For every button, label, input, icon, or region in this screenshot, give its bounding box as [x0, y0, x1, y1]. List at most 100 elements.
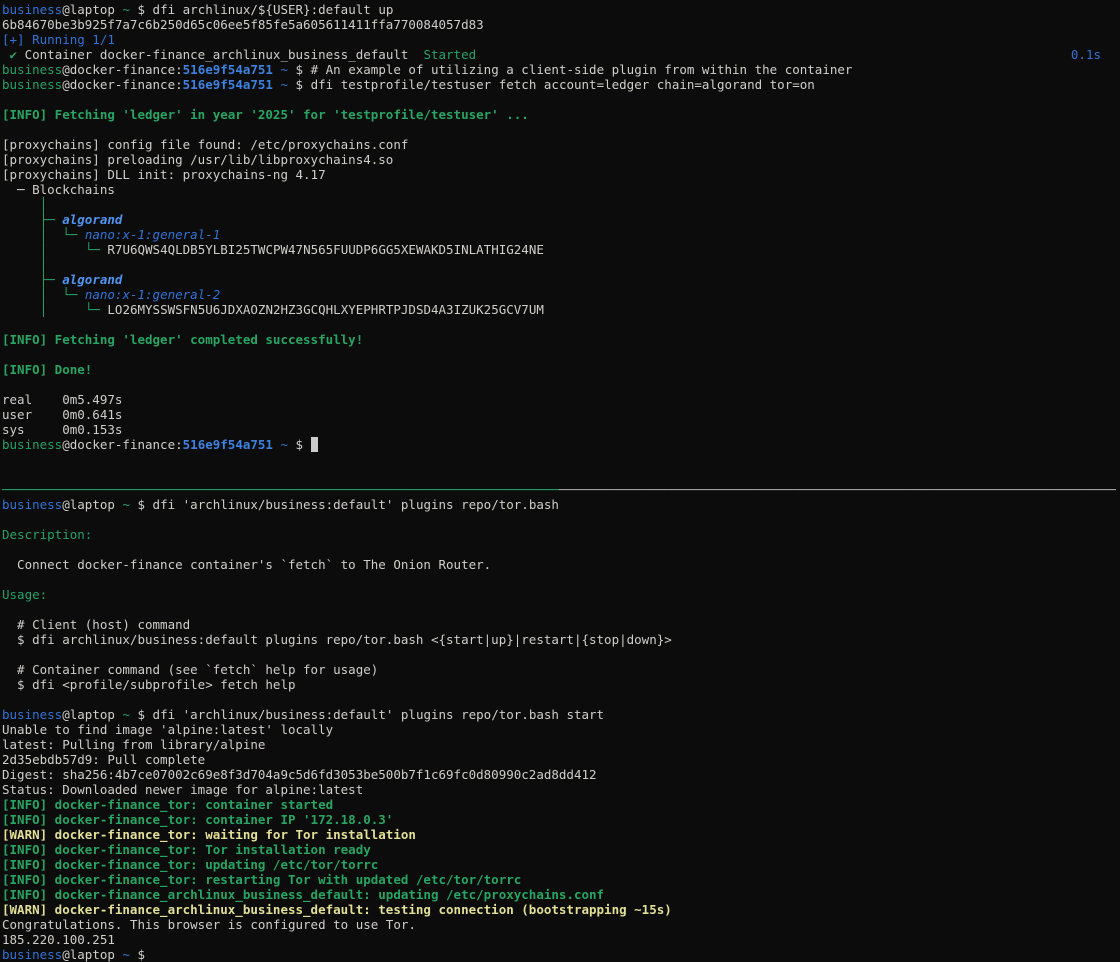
divider-line: ────────────────────────────────────────… [2, 482, 1120, 497]
text-segment: business [2, 707, 62, 722]
text-segment: latest: Pulling from library/alpine [2, 737, 265, 752]
text-segment: [INFO] Fetching 'ledger' completed succe… [2, 332, 363, 347]
info-line: [INFO] docker-finance_archlinux_business… [2, 887, 1120, 902]
text-segment: [INFO] docker-finance_archlinux_business… [2, 887, 604, 902]
text-segment: ✔ [2, 47, 17, 62]
text-segment: $ dfi archlinux/${USER}:default up [130, 2, 393, 17]
text-segment: sys 0m0.153s [2, 422, 122, 437]
prompt-container-line: business@docker-finance:516e9f54a751 ~ $ [2, 437, 1120, 452]
blank-line [2, 317, 1120, 332]
text-segment: │ [40, 197, 48, 212]
blank-line [2, 452, 1120, 467]
text-segment: ~ [122, 497, 130, 512]
output-line: [proxychains] DLL init: proxychains-ng 4… [2, 167, 1120, 182]
prompt-host-line: business@laptop ~ $ dfi 'archlinux/busin… [2, 707, 1120, 722]
text-segment: nano:x-1:general-1 [85, 227, 220, 242]
text-segment: Congratulations. This browser is configu… [2, 917, 416, 932]
text-segment: business [2, 947, 62, 962]
text-segment [2, 197, 40, 212]
output-line: 185.220.100.251 [2, 932, 1120, 947]
text-segment: ─ Blockchains [2, 182, 115, 197]
text-segment: └─ [85, 302, 100, 317]
blank-line [2, 647, 1120, 662]
text-segment: Status: Downloaded newer image for alpin… [2, 782, 363, 797]
text-segment [2, 287, 40, 302]
tree-line: ├─ algorand [2, 272, 1120, 287]
blank-line [2, 377, 1120, 392]
text-segment: Connect docker-finance container's `fetc… [2, 557, 491, 572]
text-segment: # Client (host) command [2, 617, 190, 632]
text-segment: nano:x-1:general-2 [85, 287, 220, 302]
text-segment: LO26MYSSWSFN5U6JDXAOZN2HZ3GCQHLXYEPHRTPJ… [100, 302, 544, 317]
info-line: [INFO] Fetching 'ledger' in year '2025' … [2, 107, 1120, 122]
text-segment: [INFO] docker-finance_tor: updating /etc… [2, 857, 378, 872]
info-line: [INFO] Fetching 'ledger' completed succe… [2, 332, 1120, 347]
text-segment: business [2, 62, 62, 77]
text-segment: [proxychains] DLL init: proxychains-ng 4… [2, 167, 326, 182]
text-segment: @laptop [62, 2, 122, 17]
text-segment [77, 227, 85, 242]
text-segment: $ dfi archlinux/business:default plugins… [2, 632, 672, 647]
text-segment [2, 272, 40, 287]
text-segment [2, 302, 40, 317]
tree-line: │ └─ R7U6QWS4QLDB5YLBI25TWCPW47N565FUUDP… [2, 242, 1120, 257]
heading-line: Usage: [2, 587, 1120, 602]
text-segment: Unable to find image 'alpine:latest' loc… [2, 722, 333, 737]
text-segment: [proxychains] preloading /usr/lib/libpro… [2, 152, 393, 167]
prompt-host-line: business@laptop ~ $ dfi archlinux/${USER… [2, 2, 1120, 17]
text-segment: algorand [62, 272, 122, 287]
text-segment: $ [130, 947, 145, 962]
output-line: sys 0m0.153s [2, 422, 1120, 437]
info-line: [INFO] docker-finance_tor: updating /etc… [2, 857, 1120, 872]
output-line: Digest: sha256:4b7ce07002c69e8f3d704a9c5… [2, 767, 1120, 782]
text-segment: # Container command (see `fetch` help fo… [2, 662, 378, 677]
output-line: Connect docker-finance container's `fetc… [2, 557, 1120, 572]
text-segment [47, 287, 62, 302]
text-segment: $ dfi testprofile/testuser fetch account… [288, 77, 815, 92]
prompt-container-line: business@docker-finance:516e9f54a751 ~ $… [2, 77, 1120, 92]
text-segment: @docker-finance: [62, 62, 182, 77]
prompt-host-line: business@laptop ~ $ dfi 'archlinux/busin… [2, 497, 1120, 512]
blank-line [2, 602, 1120, 617]
text-segment [47, 227, 62, 242]
output-line: user 0m0.641s [2, 407, 1120, 422]
text-segment: Digest: sha256:4b7ce07002c69e8f3d704a9c5… [2, 767, 597, 782]
text-segment: 2d35ebdb57d9: Pull complete [2, 752, 205, 767]
text-segment [47, 242, 85, 257]
blank-line [2, 92, 1120, 107]
tree-line: │ └─ nano:x-1:general-1 [2, 227, 1120, 242]
text-segment: └─ [62, 287, 77, 302]
output-line: [proxychains] preloading /usr/lib/libpro… [2, 152, 1120, 167]
text-segment: $ dfi 'archlinux/business:default' plugi… [130, 707, 604, 722]
text-segment: ~ [280, 437, 288, 452]
text-segment: user 0m0.641s [2, 407, 122, 422]
text-segment: $ [288, 437, 311, 452]
text-segment: [INFO] docker-finance_tor: container sta… [2, 797, 333, 812]
tree-line: ├─ algorand [2, 212, 1120, 227]
text-segment: $ # An example of utilizing a client-sid… [288, 62, 852, 77]
warn-line: [WARN] docker-finance_tor: waiting for T… [2, 827, 1120, 842]
text-segment: $ dfi <profile/subprofile> fetch help [2, 677, 296, 692]
text-segment: ~ [280, 62, 288, 77]
info-line: [INFO] docker-finance_tor: restarting To… [2, 872, 1120, 887]
blank-line [2, 572, 1120, 587]
terminal[interactable]: business@laptop ~ $ dfi archlinux/${USER… [0, 0, 1120, 962]
output-line: Congratulations. This browser is configu… [2, 917, 1120, 932]
text-segment: ├─ [40, 272, 55, 287]
heading-line: Description: [2, 527, 1120, 542]
text-segment: business [2, 497, 62, 512]
text-segment: [INFO] docker-finance_tor: Tor installat… [2, 842, 371, 857]
text-segment: ~ [280, 77, 288, 92]
output-line: $ dfi archlinux/business:default plugins… [2, 632, 1120, 647]
tree-line: │ [2, 257, 1120, 272]
text-segment: │ [40, 257, 48, 272]
text-segment: @laptop [62, 947, 122, 962]
text-segment [2, 242, 40, 257]
text-segment: Container docker-finance_archlinux_busin… [17, 47, 423, 62]
text-segment [47, 302, 85, 317]
blank-line [2, 122, 1120, 137]
output-line: Status: Downloaded newer image for alpin… [2, 782, 1120, 797]
output-line: Unable to find image 'alpine:latest' loc… [2, 722, 1120, 737]
output-line: [proxychains] config file found: /etc/pr… [2, 137, 1120, 152]
tree-line: │ └─ LO26MYSSWSFN5U6JDXAOZN2HZ3GCQHLXYEP… [2, 302, 1120, 317]
